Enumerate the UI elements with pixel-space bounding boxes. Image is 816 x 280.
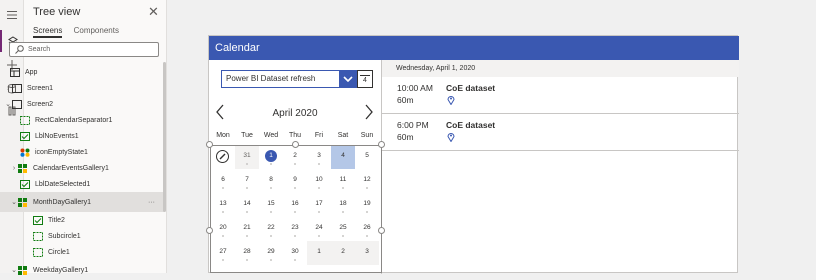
next-month-button[interactable] xyxy=(364,104,374,124)
search-icon xyxy=(15,45,24,54)
close-icon[interactable]: ✕ xyxy=(148,4,159,20)
chevron-down-icon[interactable] xyxy=(339,71,356,87)
event-duration: 60m xyxy=(397,95,414,105)
event-duration: 60m xyxy=(397,132,414,142)
shape-icon xyxy=(33,231,43,241)
event-item[interactable]: 6:00 PM 60m CoE dataset xyxy=(382,115,739,151)
selection-box xyxy=(210,145,382,273)
tab-screens[interactable]: Screens xyxy=(33,26,63,38)
chevron-right-icon[interactable]: › xyxy=(10,165,18,172)
month-label: April 2020 xyxy=(272,108,318,119)
tree-item-lbldateselected1[interactable]: LblDateSelected1 xyxy=(0,174,165,194)
event-item[interactable]: 10:00 AM 60m CoE dataset xyxy=(382,78,739,114)
gallery-icon xyxy=(18,265,28,275)
label-icon xyxy=(20,179,30,189)
tab-components[interactable]: Components xyxy=(74,26,119,35)
resize-handle[interactable] xyxy=(292,141,299,148)
more-options-icon[interactable]: ··· xyxy=(148,199,155,206)
dropdown-value: Power BI Dataset refresh xyxy=(226,74,316,83)
label-icon xyxy=(33,215,43,225)
gallery-icon xyxy=(18,197,28,207)
tree-scrollbar[interactable] xyxy=(163,62,166,212)
tree-item-circle1[interactable]: Circle1 xyxy=(0,242,165,262)
resize-handle[interactable] xyxy=(378,227,385,234)
event-title: CoE dataset xyxy=(446,120,496,130)
calendar-icon-day: 4 xyxy=(363,77,367,84)
chevron-right-icon[interactable]: › xyxy=(4,85,12,92)
rectangle-icon xyxy=(20,115,30,125)
icons-icon xyxy=(20,148,30,157)
selected-date-label: Wednesday, April 1, 2020 xyxy=(382,60,739,77)
chevron-down-icon[interactable]: ⌄ xyxy=(10,198,18,206)
event-time: 6:00 PM xyxy=(397,120,429,130)
resize-handle[interactable] xyxy=(206,227,213,234)
search-input[interactable]: Search xyxy=(9,42,159,57)
tree-item-weekdaygallery1[interactable]: ⌄ WeekdayGallery1 xyxy=(0,260,165,280)
chevron-down-icon[interactable]: ⌄ xyxy=(4,100,12,108)
panel-title: Tree view xyxy=(33,6,81,18)
weekday-label: Wed xyxy=(263,132,279,139)
search-placeholder: Search xyxy=(28,46,51,53)
screen-icon xyxy=(12,99,22,109)
event-time: 10:00 AM xyxy=(397,83,433,93)
location-pin-icon xyxy=(447,133,455,142)
event-title: CoE dataset xyxy=(446,83,496,93)
tree-tabs: Screens Components xyxy=(33,26,128,38)
calendar-icon[interactable]: 4 xyxy=(357,70,373,88)
gallery-icon xyxy=(18,163,28,173)
weekday-label: Fri xyxy=(314,132,324,139)
location-pin-icon xyxy=(447,96,455,105)
weekday-label: Thu xyxy=(288,132,302,139)
weekday-label: Sat xyxy=(337,132,349,139)
resize-handle[interactable] xyxy=(378,141,385,148)
weekday-label: Mon xyxy=(216,132,230,139)
app-header-title: Calendar xyxy=(209,36,739,60)
label-icon xyxy=(20,131,30,141)
app-icon xyxy=(10,67,20,77)
hamburger-icon[interactable] xyxy=(0,4,24,26)
screen-icon xyxy=(12,83,22,93)
shape-icon xyxy=(33,247,43,257)
tree-item-monthdaygallery1[interactable]: ⌄ MonthDayGallery1 ··· xyxy=(0,192,165,212)
calendar-dropdown[interactable]: Power BI Dataset refresh xyxy=(221,70,357,88)
resize-handle[interactable] xyxy=(206,141,213,148)
weekday-label: Sun xyxy=(360,132,374,139)
weekday-label: Tue xyxy=(241,132,253,139)
